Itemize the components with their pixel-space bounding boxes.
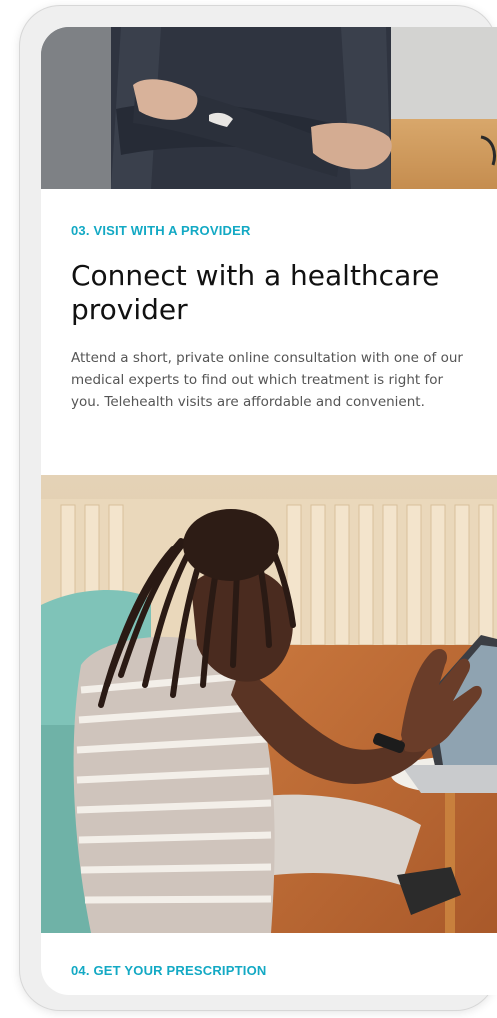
woman-video-call-photo	[41, 475, 497, 933]
section-description: Attend a short, private online consultat…	[71, 350, 463, 410]
section-heading: Connect with a healthcare provider	[71, 259, 440, 326]
person-arms-crossed-photo	[41, 27, 497, 189]
screen: 03. VISIT WITH A PROVIDER Connect with a…	[41, 27, 497, 995]
step-4-label: 04. GET YOUR PRESCRIPTION	[71, 963, 267, 978]
step-3-label: 03. VISIT WITH A PROVIDER	[71, 223, 251, 238]
